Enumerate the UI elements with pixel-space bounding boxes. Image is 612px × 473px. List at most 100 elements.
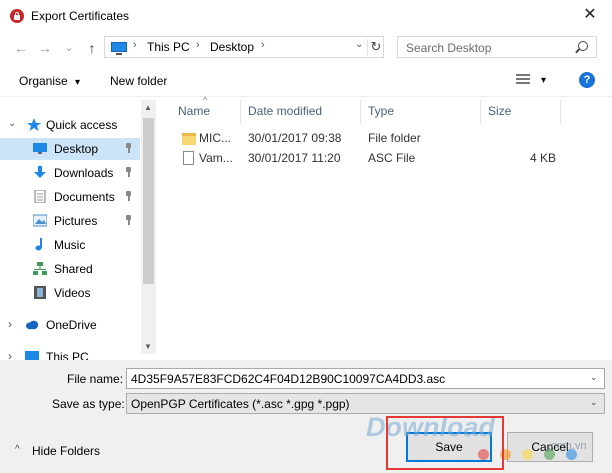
forward-button[interactable]: → <box>36 38 54 58</box>
breadcrumb-separator: › <box>196 39 200 51</box>
pin-icon <box>125 191 133 201</box>
chevron-up-icon: ^ <box>15 444 20 455</box>
sidebar-item-label: Videos <box>54 286 91 300</box>
kleopatra-lock-icon <box>10 9 24 23</box>
command-bar: Organise ▾ New folder ▾ ? <box>0 66 612 97</box>
chevron-down-icon[interactable]: ⌄ <box>8 118 16 129</box>
chevron-right-icon[interactable]: › <box>8 349 12 360</box>
network-share-icon <box>33 262 47 275</box>
scrollbar-thumb[interactable] <box>143 118 154 284</box>
sidebar-item-label: This PC <box>46 350 89 360</box>
file-type: File folder <box>368 131 421 145</box>
column-header-date-modified[interactable]: Date modified <box>248 104 322 118</box>
sidebar-item-label: OneDrive <box>46 318 97 332</box>
sidebar-item-label: Quick access <box>46 118 118 132</box>
column-header-name[interactable]: Name <box>178 104 210 118</box>
scroll-down-arrow-icon[interactable]: ▼ <box>144 342 152 351</box>
pin-icon <box>125 215 133 225</box>
new-folder-button[interactable]: New folder <box>110 74 167 88</box>
organise-label: Organise <box>19 74 68 88</box>
column-divider[interactable] <box>480 100 481 124</box>
save-highlight-box <box>386 416 504 470</box>
sidebar-item-desktop[interactable]: Desktop <box>0 138 140 160</box>
file-name: Vam... <box>199 151 233 165</box>
navigation-pane: ⌄ Quick access Desktop Downloads Documen… <box>0 100 156 360</box>
export-certificates-dialog: Export Certificates ✕ ← → ⌄ ↑ › This PC … <box>0 0 612 473</box>
computer-icon <box>25 351 39 360</box>
sidebar-item-this-pc[interactable]: › This PC <box>0 346 140 360</box>
title-bar: Export Certificates ✕ <box>0 0 612 32</box>
search-input[interactable]: Search Desktop <box>397 36 597 58</box>
navigation-bar: ← → ⌄ ↑ › This PC › Desktop › ⌄ ↻ Search… <box>0 36 612 60</box>
navigation-scrollbar[interactable]: ▲ ▼ <box>141 100 156 354</box>
sidebar-item-downloads[interactable]: Downloads <box>0 162 140 184</box>
organise-button[interactable]: Organise ▾ <box>19 74 80 88</box>
file-name-label: File name: <box>67 372 124 386</box>
watermark-dot <box>522 449 533 460</box>
search-placeholder: Search Desktop <box>406 41 492 55</box>
column-divider[interactable] <box>240 100 241 124</box>
file-icon <box>183 151 194 165</box>
music-note-icon <box>35 238 42 251</box>
file-name-input[interactable]: 4D35F9A57E83FCD62C4F04D12B90C10097CA4DD3… <box>126 368 605 389</box>
recent-locations-button[interactable]: ⌄ <box>60 38 78 58</box>
sidebar-item-videos[interactable]: Videos <box>0 282 140 304</box>
watermark-dot <box>566 449 577 460</box>
save-as-type-value: OpenPGP Certificates (*.asc *.gpg *.pgp) <box>131 397 350 411</box>
up-button[interactable]: ↑ <box>83 38 101 58</box>
column-divider[interactable] <box>560 100 561 124</box>
chevron-down-icon[interactable]: ⌄ <box>590 397 598 408</box>
star-icon <box>27 118 41 131</box>
file-list: ^ Name Date modified Type Size MIC... 30… <box>170 95 612 360</box>
search-icon <box>578 41 588 51</box>
sidebar-item-quick-access[interactable]: ⌄ Quick access <box>0 114 140 136</box>
scroll-up-arrow-icon[interactable]: ▲ <box>144 103 152 112</box>
sidebar-item-label: Pictures <box>54 214 98 228</box>
file-row[interactable]: Vam... 30/01/2017 11:20 ASC File 4 KB <box>170 148 610 168</box>
view-dropdown-icon[interactable]: ▾ <box>541 75 546 86</box>
chevron-down-icon: ▾ <box>75 77 81 88</box>
address-dropdown-icon[interactable]: ⌄ <box>355 39 363 50</box>
file-row[interactable]: MIC... 30/01/2017 09:38 File folder <box>170 128 610 148</box>
column-divider[interactable] <box>360 100 361 124</box>
sidebar-item-label: Desktop <box>54 142 99 156</box>
window-title: Export Certificates <box>31 9 130 23</box>
file-name: MIC... <box>199 131 231 145</box>
breadcrumb-separator: › <box>261 39 265 51</box>
breadcrumb-desktop[interactable]: Desktop <box>210 40 254 54</box>
breadcrumb-this-pc[interactable]: This PC <box>147 40 190 54</box>
pin-icon <box>125 167 133 177</box>
pictures-icon <box>33 214 47 227</box>
column-header-type[interactable]: Type <box>368 104 394 118</box>
close-button[interactable]: ✕ <box>578 4 602 26</box>
film-icon <box>34 286 46 299</box>
view-options-icon[interactable] <box>516 74 530 86</box>
sidebar-item-onedrive[interactable]: › OneDrive <box>0 314 140 336</box>
sidebar-item-pictures[interactable]: Pictures <box>0 210 140 232</box>
breadcrumb-separator: › <box>133 39 137 51</box>
back-button[interactable]: ← <box>12 38 30 58</box>
documents-icon <box>34 190 46 203</box>
sidebar-item-label: Downloads <box>54 166 114 180</box>
sidebar-item-label: Shared <box>54 262 93 276</box>
sidebar-item-documents[interactable]: Documents <box>0 186 140 208</box>
desktop-folder-icon <box>33 143 47 154</box>
sidebar-item-music[interactable]: Music <box>0 234 140 256</box>
pin-icon <box>125 143 133 153</box>
file-name-value: 4D35F9A57E83FCD62C4F04D12B90C10097CA4DD3… <box>131 372 446 386</box>
column-header-size[interactable]: Size <box>488 104 511 118</box>
help-button[interactable]: ? <box>579 72 595 88</box>
sidebar-item-shared[interactable]: Shared <box>0 258 140 280</box>
sidebar-item-label: Music <box>54 238 86 252</box>
file-size: 4 KB <box>530 151 557 165</box>
file-date: 30/01/2017 09:38 <box>248 131 342 145</box>
refresh-button[interactable]: ↻ <box>367 39 384 55</box>
file-date: 30/01/2017 11:20 <box>248 151 341 165</box>
download-arrow-icon <box>34 166 46 178</box>
chevron-right-icon[interactable]: › <box>8 317 12 331</box>
cloud-icon <box>25 320 39 330</box>
chevron-down-icon[interactable]: ⌄ <box>590 372 598 383</box>
save-as-type-label: Save as type: <box>52 397 125 411</box>
save-as-type-select[interactable]: OpenPGP Certificates (*.asc *.gpg *.pgp)… <box>126 393 605 414</box>
address-bar[interactable]: › This PC › Desktop › ⌄ ↻ <box>104 36 384 58</box>
